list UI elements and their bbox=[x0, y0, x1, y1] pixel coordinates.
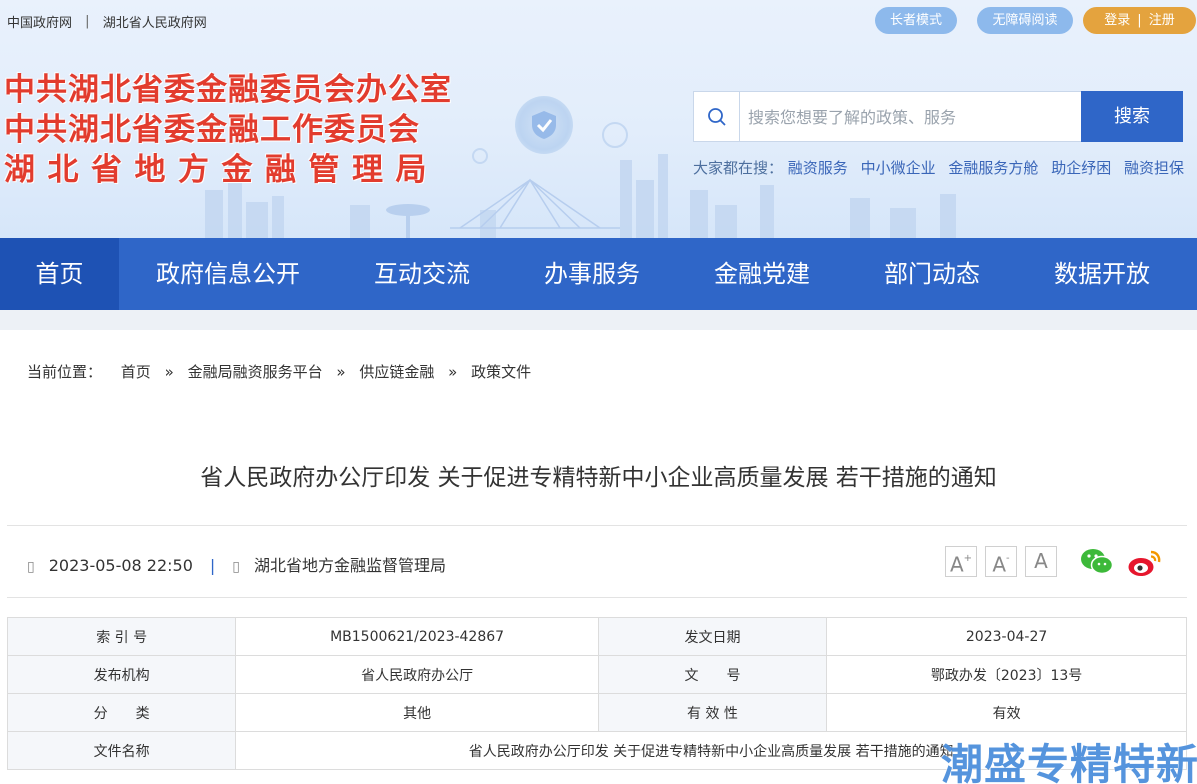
site-title-line-2: 中共湖北省委金融工作委员会 bbox=[4, 112, 420, 148]
font-decrease-label: A bbox=[992, 552, 1007, 577]
site-title: 中共湖北省委金融委员会办公室 中共湖北省委金融工作委员会 湖北省地方金融管理局 bbox=[4, 70, 452, 190]
doc-number-label: 文 号 bbox=[597, 655, 828, 694]
table-row: 索 引 号 MB1500621/2023-42867 发文日期 2023-04-… bbox=[6, 617, 1187, 656]
index-number-label: 索 引 号 bbox=[6, 617, 237, 656]
shield-emblem bbox=[515, 96, 573, 154]
validity-label: 有 效 性 bbox=[597, 693, 828, 732]
search-input[interactable] bbox=[748, 105, 1068, 129]
article-title: 省人民政府办公厅印发 关于促进专精特新中小企业高质量发展 若干措施的通知 bbox=[200, 465, 997, 491]
login-link[interactable]: 登录 bbox=[1104, 13, 1130, 28]
issue-date-label: 发文日期 bbox=[597, 617, 828, 656]
hot-word-guarantee[interactable]: 融资担保 bbox=[1124, 159, 1184, 177]
login-separator: | bbox=[1137, 13, 1142, 28]
search-icon-wrap bbox=[694, 92, 740, 141]
nav-item-gov-info[interactable]: 政府信息公开 bbox=[138, 238, 318, 310]
top-link-separator: | bbox=[85, 14, 90, 29]
weibo-icon[interactable] bbox=[1127, 548, 1163, 578]
hot-word-relief[interactable]: 助企纾困 bbox=[1051, 159, 1111, 177]
title-divider bbox=[7, 525, 1187, 526]
category-value: 其他 bbox=[235, 693, 599, 732]
search-box: 搜索 bbox=[693, 91, 1183, 142]
breadcrumb-arrow: » bbox=[448, 363, 458, 381]
search-button[interactable]: 搜索 bbox=[1081, 91, 1183, 142]
breadcrumb-financing-platform[interactable]: 金融局融资服务平台 bbox=[188, 363, 323, 381]
font-increase-button[interactable]: A+ bbox=[945, 546, 977, 577]
login-register-bar: 登录 | 注册 bbox=[1083, 7, 1196, 34]
article-source: 湖北省地方金融监督管理局 bbox=[254, 556, 447, 575]
clock-icon: ▯ bbox=[27, 559, 35, 575]
doc-number-value: 鄂政办发〔2023〕13号 bbox=[826, 655, 1187, 694]
font-reset-label: A bbox=[1034, 549, 1048, 573]
breadcrumb-arrow: » bbox=[336, 363, 346, 381]
site-title-line-3: 湖北省地方金融管理局 bbox=[4, 152, 439, 188]
register-link[interactable]: 注册 bbox=[1149, 13, 1175, 28]
validity-value: 有效 bbox=[826, 693, 1187, 732]
main-nav: 首页 政府信息公开 互动交流 办事服务 金融党建 部门动态 数据开放 bbox=[0, 238, 1197, 310]
font-reset-button[interactable]: A bbox=[1025, 546, 1057, 577]
table-row: 发布机构 省人民政府办公厅 文 号 鄂政办发〔2023〕13号 bbox=[6, 655, 1187, 694]
breadcrumb-policy-docs[interactable]: 政策文件 bbox=[471, 363, 531, 381]
shield-icon bbox=[532, 111, 556, 139]
font-decrease-mark: - bbox=[1006, 553, 1010, 564]
article-meta: ▯ 2023-05-08 22:50 | ▯ 湖北省地方金融监督管理局 bbox=[27, 552, 446, 576]
article-datetime: 2023-05-08 22:50 bbox=[48, 556, 193, 575]
category-label: 分 类 bbox=[6, 693, 237, 732]
hot-word-financing[interactable]: 融资服务 bbox=[788, 159, 848, 177]
meta-separator: | bbox=[209, 556, 216, 575]
wechat-icon[interactable] bbox=[1080, 548, 1114, 576]
watermark-text: 潮盛专精特新 bbox=[940, 740, 1197, 784]
nav-item-interaction[interactable]: 互动交流 bbox=[352, 238, 492, 310]
publisher-label: 发布机构 bbox=[6, 655, 237, 694]
breadcrumb: 当前位置： 首页 » 金融局融资服务平台 » 供应链金融 » 政策文件 bbox=[27, 361, 531, 382]
search-icon bbox=[708, 108, 726, 126]
hot-search-label: 大家都在搜： bbox=[693, 159, 784, 177]
font-decrease-button[interactable]: A- bbox=[985, 546, 1017, 577]
nav-underband bbox=[0, 310, 1197, 330]
hot-search-words: 大家都在搜： 融资服务 中小微企业 金融服务方舱 助企纾困 融资担保 bbox=[693, 157, 1184, 178]
source-icon: ▯ bbox=[232, 559, 241, 575]
font-increase-label: A bbox=[949, 552, 964, 577]
nav-item-party[interactable]: 金融党建 bbox=[692, 238, 832, 310]
breadcrumb-arrow: » bbox=[164, 363, 174, 381]
accessible-reading-button[interactable]: 无障碍阅读 bbox=[977, 7, 1073, 34]
decor-bubble bbox=[602, 122, 628, 148]
top-links: 中国政府网 | 湖北省人民政府网 bbox=[7, 12, 207, 31]
nav-item-open-data[interactable]: 数据开放 bbox=[1032, 238, 1172, 310]
issue-date-value: 2023-04-27 bbox=[826, 617, 1187, 656]
table-row: 分 类 其他 有 效 性 有效 bbox=[6, 693, 1187, 732]
index-number-value: MB1500621/2023-42867 bbox=[235, 617, 599, 656]
nav-item-home[interactable]: 首页 bbox=[0, 238, 119, 310]
elder-mode-button[interactable]: 长者模式 bbox=[875, 7, 957, 34]
breadcrumb-home[interactable]: 首页 bbox=[121, 363, 151, 381]
breadcrumb-label: 当前位置： bbox=[27, 363, 103, 381]
site-title-line-1: 中共湖北省委金融委员会办公室 bbox=[4, 72, 452, 108]
link-hubei-gov[interactable]: 湖北省人民政府网 bbox=[103, 16, 207, 31]
font-increase-mark: + bbox=[963, 553, 973, 564]
hot-word-service-cabin[interactable]: 金融服务方舱 bbox=[948, 159, 1038, 177]
file-name-label: 文件名称 bbox=[6, 731, 237, 770]
decor-bubble bbox=[472, 148, 488, 164]
hot-word-sme[interactable]: 中小微企业 bbox=[861, 159, 936, 177]
link-china-gov[interactable]: 中国政府网 bbox=[7, 16, 72, 31]
nav-item-dept-news[interactable]: 部门动态 bbox=[862, 238, 1002, 310]
publisher-value: 省人民政府办公厅 bbox=[235, 655, 599, 694]
breadcrumb-supply-chain[interactable]: 供应链金融 bbox=[359, 363, 434, 381]
site-header: 中国政府网 | 湖北省人民政府网 长者模式 无障碍阅读 登录 | 注册 中共湖北… bbox=[0, 0, 1197, 238]
meta-divider bbox=[7, 597, 1187, 598]
nav-item-services[interactable]: 办事服务 bbox=[522, 238, 662, 310]
